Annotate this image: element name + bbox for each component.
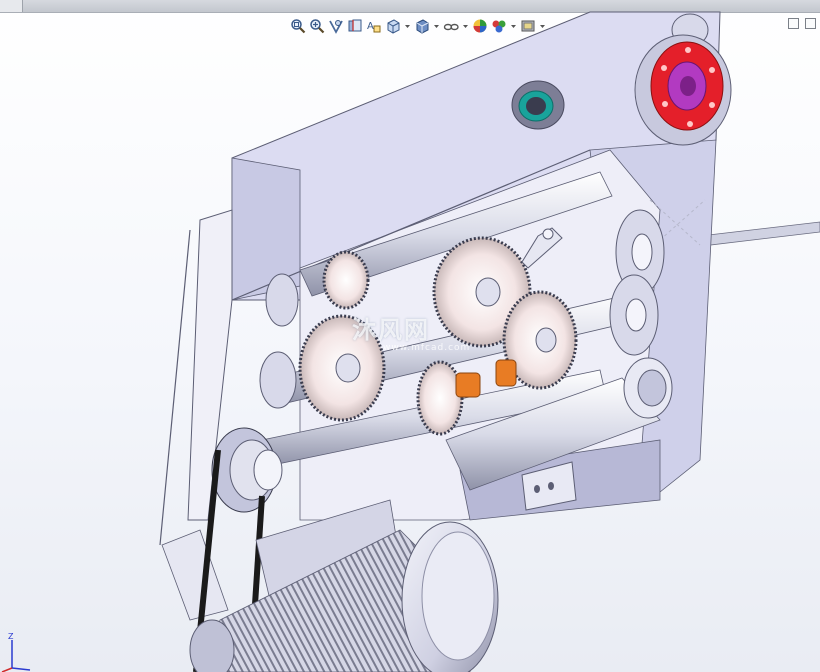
tie-rod	[699, 221, 820, 247]
watermark-text: 沐风网	[352, 316, 430, 344]
triad-z-label: Z	[8, 632, 14, 641]
side-cover-plate	[159, 209, 233, 621]
reference-triad: Z	[1, 632, 31, 672]
oil-seal	[511, 80, 565, 130]
gear-small-top-left	[322, 250, 370, 310]
gear-small-center	[416, 360, 464, 436]
watermark-url: www.mfcad.com	[383, 343, 471, 353]
electric-motor	[189, 499, 499, 672]
